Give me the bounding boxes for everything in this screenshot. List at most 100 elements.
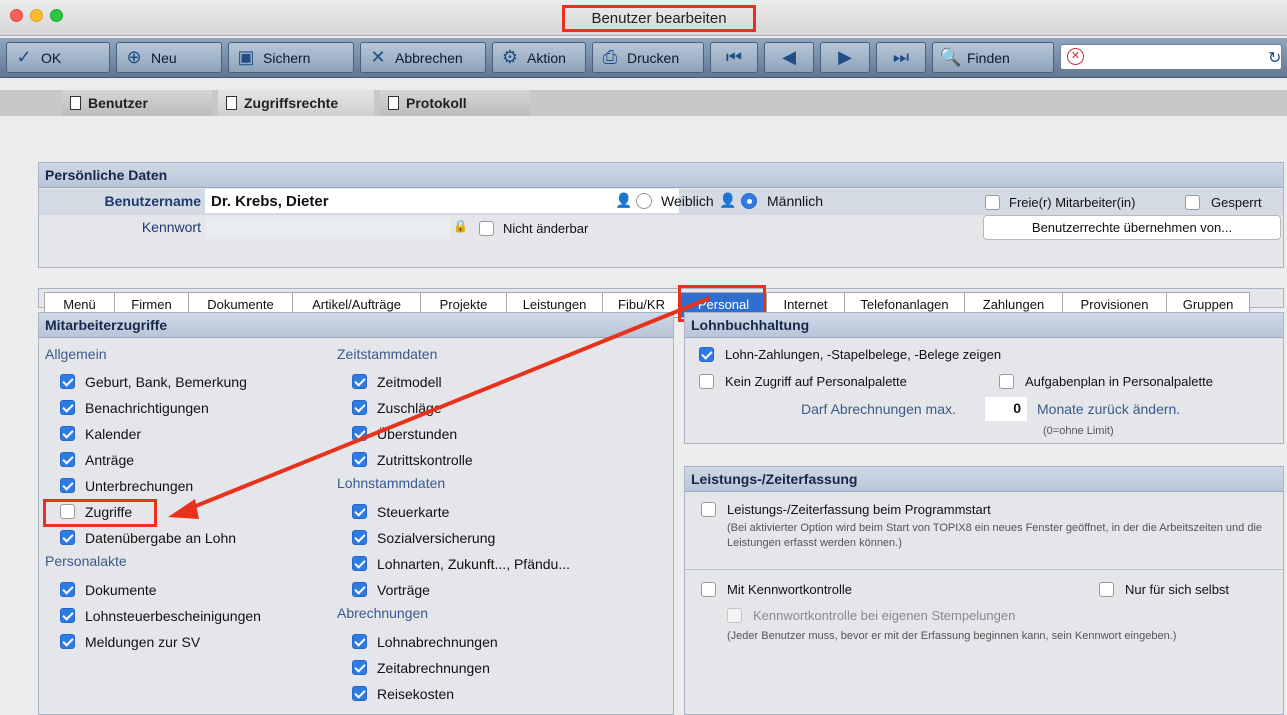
checkmark-icon: ✓ [16, 47, 32, 67]
self-only-checkbox[interactable] [1099, 582, 1114, 597]
divider [685, 569, 1283, 570]
max-months-input[interactable]: 0 [985, 397, 1027, 421]
not-changeable-checkbox[interactable] [479, 221, 494, 236]
tab-protokoll[interactable]: Protokoll [380, 90, 530, 116]
personal-data-panel: Persönliche Daten Benutzername Dr. Krebs… [38, 162, 1284, 268]
payroll-header: Lohnbuchhaltung [685, 313, 1283, 338]
datenuebergabe-checkbox[interactable] [60, 530, 75, 545]
cancel-button[interactable]: ✕ Abbrechen [360, 42, 486, 73]
save-label: Sichern [263, 49, 311, 66]
gear-icon: ⚙ [501, 47, 519, 67]
vortraege-checkbox[interactable] [352, 582, 367, 597]
username-field[interactable]: Dr. Krebs, Dieter [205, 189, 679, 213]
male-radio[interactable] [741, 193, 757, 209]
not-changeable-label: Nicht änderbar [503, 221, 589, 236]
self-only-label: Nur für sich selbst [1125, 582, 1230, 597]
meldungen-checkbox[interactable] [60, 634, 75, 649]
lohnarten-checkbox[interactable] [352, 556, 367, 571]
minimize-window-button[interactable] [30, 9, 43, 22]
tab-zugriffsrechte-label: Zugriffsrechte [244, 95, 339, 111]
on-start-label: Leistungs-/Zeiterfassung beim Programmst… [727, 502, 991, 517]
zugriffe-highlight-box [43, 499, 157, 527]
tab-benutzer[interactable]: Benutzer [62, 90, 212, 116]
reisekosten-checkbox[interactable] [352, 686, 367, 701]
new-button[interactable]: ⊕ Neu [116, 42, 222, 73]
show-payments-label: Lohn-Zahlungen, -Stapelbelege, -Belege z… [725, 347, 1002, 362]
clear-search-icon[interactable]: ✕ [1067, 48, 1084, 65]
pw-own-stamps-checkbox[interactable] [727, 608, 742, 623]
document-icon [388, 96, 399, 110]
kalender-checkbox[interactable] [60, 426, 75, 441]
antraege-label: Anträge [85, 452, 135, 468]
steuerkarte-checkbox[interactable] [352, 504, 367, 519]
geburt-label: Geburt, Bank, Bemerkung [85, 374, 247, 390]
zeitmodell-checkbox[interactable] [352, 374, 367, 389]
plus-icon: ⊕ [126, 47, 142, 67]
refresh-icon[interactable]: ↻ [1268, 48, 1281, 68]
show-payments-checkbox[interactable] [699, 347, 714, 362]
close-window-button[interactable] [10, 9, 23, 22]
previous-record-button[interactable]: ◀ [764, 42, 814, 73]
max-months-label: Darf Abrechnungen max. [801, 401, 956, 417]
freelancer-checkbox[interactable] [985, 195, 1000, 210]
tab-protokoll-label: Protokoll [406, 95, 467, 111]
general-section-label: Allgemein [45, 346, 107, 362]
reisekosten-label: Reisekosten [377, 686, 455, 702]
magnifier-icon: 🔍 [939, 47, 962, 67]
zeitabrechnungen-checkbox[interactable] [352, 660, 367, 675]
dokumente-checkbox[interactable] [60, 582, 75, 597]
toolbar: ✓ OK ⊕ Neu ▣ Sichern ✕ Abbrechen ⚙ Aktion ⎙ Dr… [0, 38, 1287, 78]
skip-first-icon: ⏮ [725, 47, 743, 67]
male-person-icon: 👤 [719, 192, 737, 208]
on-start-checkbox[interactable] [701, 502, 716, 517]
pw-control-label: Mit Kennwortkontrolle [727, 582, 852, 597]
zutrittskontrolle-label: Zutrittskontrolle [377, 452, 473, 468]
sozialversicherung-checkbox[interactable] [352, 530, 367, 545]
female-radio[interactable] [636, 193, 652, 209]
zutrittskontrolle-checkbox[interactable] [352, 452, 367, 467]
password-field[interactable] [205, 217, 451, 239]
document-icon [70, 96, 81, 110]
printer-icon: ⎙ [602, 47, 618, 67]
window-title: Benutzer bearbeiten [562, 5, 756, 32]
locked-label: Gesperrt [1211, 195, 1262, 210]
lohnabrechnungen-checkbox[interactable] [352, 634, 367, 649]
action-button[interactable]: ⚙ Aktion [492, 42, 586, 73]
print-button[interactable]: ⎙ Drucken [592, 42, 704, 73]
save-button[interactable]: ▣ Sichern [228, 42, 354, 73]
zoom-window-button[interactable] [50, 9, 63, 22]
benachrichtigungen-checkbox[interactable] [60, 400, 75, 415]
zuschlaege-checkbox[interactable] [352, 400, 367, 415]
geburt-checkbox[interactable] [60, 374, 75, 389]
wage-master-section-label: Lohnstammdaten [337, 475, 446, 491]
next-record-button[interactable]: ▶ [820, 42, 870, 73]
male-label: Männlich [767, 193, 824, 209]
copy-rights-button[interactable]: Benutzerrechte übernehmen von... [983, 215, 1281, 240]
last-record-button[interactable]: ⏭ [876, 42, 926, 73]
password-label: Kennwort [141, 219, 201, 235]
main-tabs: Benutzer Zugriffsrechte Protokoll [0, 90, 1287, 116]
ok-button[interactable]: ✓ OK [6, 42, 110, 73]
floppy-disk-icon: ▣ [237, 47, 255, 67]
no-access-palette-checkbox[interactable] [699, 374, 714, 389]
find-label: Finden [967, 49, 1010, 66]
task-plan-checkbox[interactable] [999, 374, 1014, 389]
antraege-checkbox[interactable] [60, 452, 75, 467]
unterbrechungen-checkbox[interactable] [60, 478, 75, 493]
locked-checkbox[interactable] [1185, 195, 1200, 210]
pw-own-stamps-label: Kennwortkontrolle bei eigenen Stempelung… [753, 608, 1016, 623]
lohnabrechnungen-label: Lohnabrechnungen [377, 634, 498, 650]
tab-zugriffsrechte[interactable]: Zugriffsrechte [218, 90, 374, 116]
datenuebergabe-label: Datenübergabe an Lohn [85, 530, 237, 546]
ueberstunden-checkbox[interactable] [352, 426, 367, 441]
female-label: Weiblich [661, 193, 714, 209]
username-label: Benutzername [104, 193, 201, 209]
find-button[interactable]: 🔍 Finden [932, 42, 1054, 73]
title-bar: Benutzer bearbeiten [0, 0, 1287, 36]
zuschlaege-label: Zuschläge [377, 400, 442, 416]
search-input[interactable]: ✕ [1060, 44, 1282, 70]
unterbrechungen-label: Unterbrechungen [85, 478, 194, 494]
pw-control-checkbox[interactable] [701, 582, 716, 597]
first-record-button[interactable]: ⏮ [710, 42, 758, 73]
lohnsteuer-checkbox[interactable] [60, 608, 75, 623]
